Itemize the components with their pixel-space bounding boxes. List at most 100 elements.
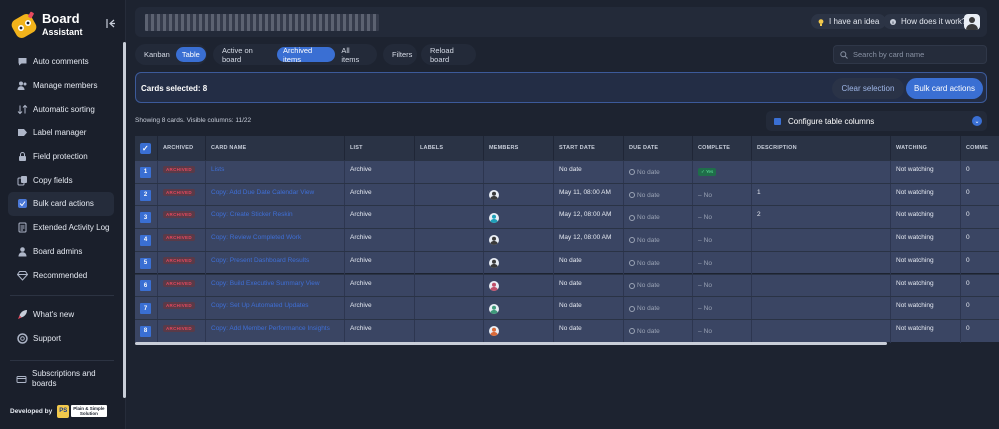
watching-cell[interactable]: Not watching [891,206,961,230]
complete-cell[interactable]: – No [693,183,752,207]
member-avatar[interactable] [489,326,499,337]
sidebar-item-recommended[interactable]: Recommended [8,263,114,287]
sidebar-item-board-admins[interactable]: Board admins [8,240,114,264]
start-date-cell[interactable]: May 11, 08:00 AM [554,183,624,207]
description-cell[interactable] [752,161,891,184]
due-date-cell[interactable]: No date [624,161,693,184]
filters-button[interactable]: Filters [386,47,418,62]
column-header-comme[interactable]: COMME [961,136,999,160]
description-cell[interactable] [752,297,891,320]
description-cell[interactable]: 2 [752,206,891,230]
complete-cell[interactable]: – No [693,206,752,230]
sidebar-item-auto-comments[interactable]: Auto comments [8,50,114,74]
column-header-complete[interactable]: COMPLETE [693,136,752,160]
idea-button[interactable]: I have an idea [811,14,887,29]
sidebar-item-subscriptions[interactable]: Subscriptions and boards [8,366,114,392]
members-cell[interactable] [484,161,554,184]
user-avatar[interactable] [964,14,980,30]
watching-cell[interactable]: Not watching [891,319,961,343]
card-name-link[interactable]: Copy: Build Executive Summary View [211,280,320,287]
card-name-link[interactable]: Copy: Create Sticker Reskin [211,211,293,218]
table-row[interactable]: 8 ARCHIVED Copy: Add Member Performance In… [135,318,999,343]
members-cell[interactable] [484,206,554,230]
due-date-cell[interactable]: No date [624,297,693,320]
labels-cell[interactable] [415,161,484,184]
collapse-sidebar-icon[interactable] [103,18,117,32]
member-avatar[interactable] [489,303,499,314]
tab-all-items[interactable]: All items [335,46,374,64]
member-avatar[interactable] [489,258,499,269]
description-cell[interactable]: 1 [752,183,891,207]
members-cell[interactable] [484,297,554,320]
sidebar-item-copy-fields[interactable]: Copy fields [8,168,114,192]
start-date-cell[interactable]: No date [554,274,624,298]
card-name-link[interactable]: Copy: Add Due Date Calendar View [211,189,314,196]
card-name-link[interactable]: Copy: Set Up Automated Updates [211,302,309,309]
member-avatar[interactable] [489,212,499,223]
complete-cell[interactable]: – No [693,229,752,252]
watching-cell[interactable]: Not watching [891,251,961,275]
due-date-cell[interactable]: No date [624,183,693,207]
start-date-cell[interactable]: May 12, 08:00 AM [554,229,624,252]
labels-cell[interactable] [415,297,484,320]
sidebar-item-what-s-new[interactable]: What's new [8,303,114,327]
labels-cell[interactable] [415,229,484,252]
tab-kanban[interactable]: Kanban [138,47,176,62]
row-select-checkbox[interactable]: 7 [140,303,151,315]
card-name-link[interactable]: Lists [211,166,224,173]
sidebar-item-bulk-card-actions[interactable]: Bulk card actions [8,192,114,216]
complete-cell[interactable]: – No [693,274,752,298]
complete-cell[interactable]: – No [693,297,752,320]
due-date-cell[interactable]: No date [624,274,693,298]
start-date-cell[interactable]: No date [554,297,624,320]
card-name-link[interactable]: Copy: Present Dashboard Results [211,257,309,264]
members-cell[interactable] [484,274,554,298]
how-it-works-button[interactable]: How does it work? [883,14,974,29]
column-header-watching[interactable]: WATCHING [891,136,961,160]
column-header-description[interactable]: DESCRIPTION [752,136,891,160]
row-select-checkbox[interactable]: 2 [140,189,151,201]
table-row[interactable]: 7 ARCHIVED Copy: Set Up Automated Updates A… [135,296,999,320]
column-header-labels[interactable]: LABELS [415,136,484,160]
search-box[interactable] [833,45,987,64]
column-header-archived[interactable]: ARCHIVED [158,136,206,160]
table-row[interactable]: 5 ARCHIVED Copy: Present Dashboard Results… [135,250,999,275]
watching-cell[interactable]: Not watching [891,229,961,252]
labels-cell[interactable] [415,251,484,275]
complete-cell[interactable]: – No [693,251,752,275]
labels-cell[interactable] [415,183,484,207]
sidebar-item-field-protection[interactable]: Field protection [8,145,114,169]
table-horizontal-scrollbar[interactable] [135,342,887,345]
column-header-list[interactable]: LIST [345,136,415,160]
developer-name[interactable]: Plain & Simple Solution [71,405,107,417]
sidebar-item-manage-members[interactable]: Manage members [8,74,114,98]
row-select-checkbox[interactable]: 4 [140,234,151,246]
due-date-cell[interactable]: No date [624,319,693,343]
start-date-cell[interactable]: No date [554,251,624,275]
description-cell[interactable] [752,251,891,275]
description-cell[interactable] [752,229,891,252]
row-select-checkbox[interactable]: 3 [140,212,151,224]
column-header-members[interactable]: MEMBERS [484,136,554,160]
reload-board-button[interactable]: Reload board [424,46,473,64]
start-date-cell[interactable]: No date [554,161,624,184]
row-select-checkbox[interactable]: 6 [140,280,151,292]
due-date-cell[interactable]: No date [624,206,693,230]
members-cell[interactable] [484,251,554,275]
watching-cell[interactable]: Not watching [891,274,961,298]
tab-active-on-board[interactable]: Active on board [216,46,277,64]
table-row[interactable]: 6 ARCHIVED Copy: Build Executive Summary V… [135,273,999,298]
row-select-checkbox[interactable]: 8 [140,325,151,337]
table-row[interactable]: 4 ARCHIVED Copy: Review Completed Work Arch… [135,228,999,252]
select-all-checkbox[interactable]: ✓ [140,142,151,154]
sidebar-item-support[interactable]: Support [8,327,114,351]
card-name-link[interactable]: Copy: Add Member Performance Insights [211,325,330,332]
members-cell[interactable] [484,229,554,252]
description-cell[interactable] [752,319,891,343]
column-header-card-name[interactable]: CARD NAME [206,136,345,160]
card-name-link[interactable]: Copy: Review Completed Work [211,234,301,241]
search-input[interactable] [853,50,973,59]
members-cell[interactable] [484,319,554,343]
member-avatar[interactable] [489,280,499,291]
complete-cell[interactable]: – No [693,319,752,343]
